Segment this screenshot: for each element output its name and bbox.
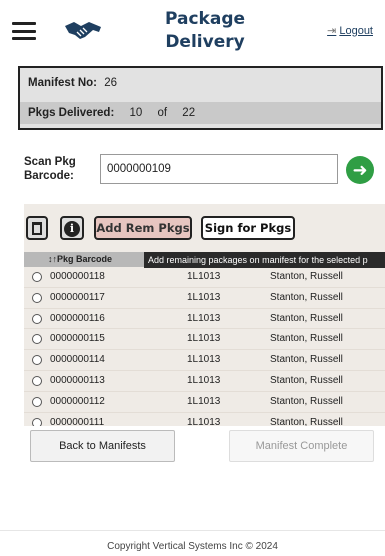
row-name: Stanton, Russell — [270, 271, 343, 282]
row-barcode: 0000000118 — [50, 271, 105, 282]
row-code: 1L1013 — [187, 354, 221, 366]
info-icon: i — [64, 221, 80, 237]
table-row[interactable]: 0000000117 1L1013 Stanton, Russell — [24, 288, 385, 309]
scan-barcode-input[interactable] — [100, 154, 338, 184]
row-name: Stanton, Russell — [270, 354, 343, 366]
row-name: Stanton, Russell — [270, 395, 343, 407]
row-radio[interactable] — [32, 313, 42, 324]
row-radio[interactable] — [32, 334, 42, 345]
logout-label: Logout — [339, 24, 373, 37]
table-row[interactable]: 0000000118 1L1013 Stanton, Russell — [24, 267, 385, 288]
sign-out-icon: ⇥ — [327, 25, 337, 37]
delete-button[interactable] — [26, 216, 48, 240]
pkgs-delivered-value: 10 — [129, 107, 143, 119]
row-radio[interactable] — [32, 272, 42, 282]
trash-icon — [32, 222, 42, 235]
row-barcode: 0000000116 — [50, 312, 105, 324]
row-barcode: 0000000114 — [50, 354, 105, 366]
table-row[interactable]: 0000000112 1L1013 Stanton, Russell — [24, 392, 385, 413]
manifest-no-label: Manifest No: — [28, 77, 97, 89]
packages-panel: i Add Rem Pkgs Sign for Pkgs ↕↑Pkg Barco… — [24, 204, 385, 426]
row-radio[interactable] — [32, 355, 42, 366]
row-radio[interactable] — [32, 292, 42, 303]
back-to-manifests-button[interactable]: Back to Manifests — [30, 430, 175, 462]
add-remaining-tooltip: Add remaining packages on manifest for t… — [144, 252, 385, 268]
row-name: Stanton, Russell — [270, 291, 343, 303]
copyright-text: Copyright Vertical Systems Inc © 2024 — [107, 541, 278, 552]
grid-body[interactable]: 0000000118 1L1013 Stanton, Russell 0000000… — [24, 267, 385, 426]
manifest-summary: Manifest No: 26 Pkgs Delivered: 10 of 22 — [18, 66, 383, 130]
row-barcode: 0000000117 — [50, 291, 105, 303]
footer-divider — [0, 530, 385, 531]
pkgs-of-label: of — [157, 107, 168, 119]
row-radio[interactable] — [32, 417, 42, 426]
table-row[interactable]: 0000000115 1L1013 Stanton, Russell — [24, 329, 385, 351]
app-title: Package Delivery — [164, 9, 246, 52]
row-code: 1L1013 — [187, 374, 221, 386]
row-radio[interactable] — [32, 375, 42, 386]
info-button[interactable]: i — [60, 216, 84, 240]
row-radio[interactable] — [32, 396, 42, 407]
row-code: 1L1013 — [187, 333, 221, 345]
logout-link[interactable]: ⇥ Logout — [327, 24, 373, 38]
row-code: 1L1013 — [187, 312, 221, 324]
row-name: Stanton, Russell — [270, 416, 343, 426]
table-row[interactable]: 0000000113 1L1013 Stanton, Russell — [24, 371, 385, 392]
row-barcode: 0000000111 — [50, 416, 105, 426]
row-barcode: 0000000112 — [50, 395, 105, 407]
pkgs-delivered-row: Pkgs Delivered: 10 of 22 — [20, 102, 381, 124]
row-code: 1L1013 — [187, 271, 221, 282]
pkg-barcode-column-header[interactable]: ↕↑Pkg Barcode — [48, 254, 112, 264]
table-row[interactable]: 0000000116 1L1013 Stanton, Russell — [24, 309, 385, 330]
app-header: Package Delivery ⇥ Logout — [0, 0, 385, 58]
row-barcode: 0000000115 — [50, 333, 105, 345]
manifest-no-row: Manifest No: 26 — [28, 77, 117, 89]
row-code: 1L1013 — [187, 291, 221, 303]
scan-barcode-label: Scan Pkg Barcode: — [24, 156, 76, 182]
table-row[interactable]: 0000000111 1L1013 Stanton, Russell — [24, 413, 385, 426]
row-name: Stanton, Russell — [270, 312, 343, 324]
manifest-no-value: 26 — [104, 77, 117, 89]
pkgs-delivered-label: Pkgs Delivered: — [28, 107, 115, 119]
row-barcode: 0000000113 — [50, 374, 105, 386]
add-remaining-pkgs-button[interactable]: Add Rem Pkgs — [94, 216, 192, 240]
hamburger-menu-icon[interactable] — [12, 22, 36, 40]
manifest-complete-button[interactable]: Manifest Complete — [229, 430, 374, 462]
row-code: 1L1013 — [187, 395, 221, 407]
pkgs-total-value: 22 — [182, 107, 196, 119]
arrow-right-circle-icon[interactable]: ➜ — [346, 156, 374, 184]
table-row[interactable]: 0000000114 1L1013 Stanton, Russell — [24, 350, 385, 371]
handshake-icon — [65, 22, 101, 39]
row-code: 1L1013 — [187, 416, 221, 426]
row-name: Stanton, Russell — [270, 374, 343, 386]
sign-for-pkgs-button[interactable]: Sign for Pkgs — [201, 216, 295, 240]
row-name: Stanton, Russell — [270, 333, 343, 345]
